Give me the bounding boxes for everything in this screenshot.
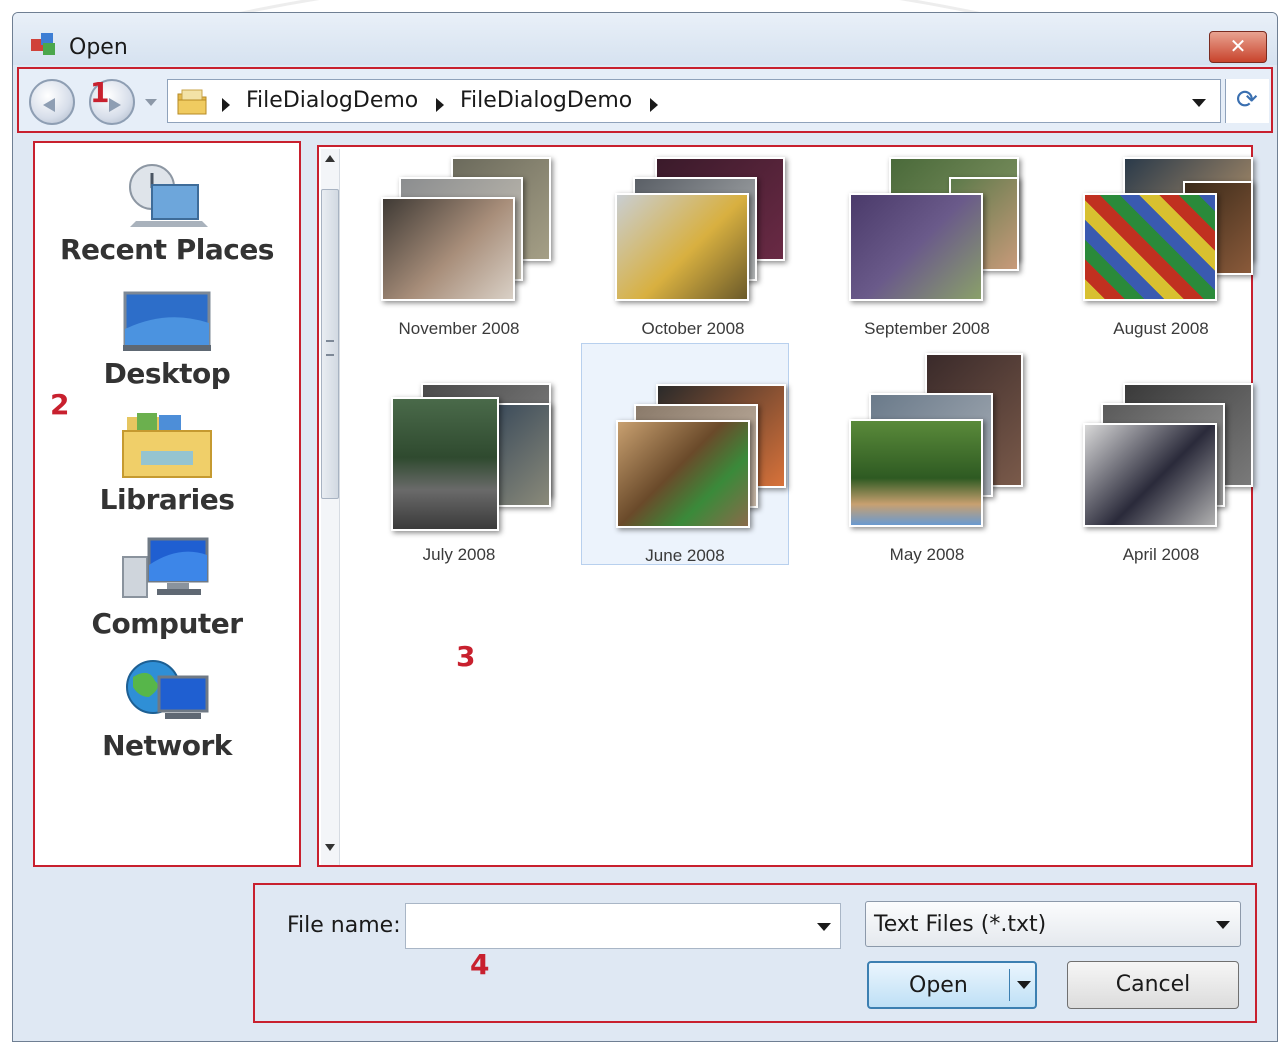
folder-tile-selected[interactable]: June 2008	[581, 343, 789, 565]
folder-name: September 2008	[864, 319, 990, 338]
folder-name: April 2008	[1122, 545, 1200, 564]
file-content-view: November 2008 October 2008 September 200…	[317, 145, 1253, 867]
split-divider	[1009, 969, 1010, 1001]
open-button[interactable]: Open	[867, 961, 1037, 1009]
folder-name: May 2008	[889, 545, 965, 564]
open-file-dialog: Open ✕ FileDialogDemo FileDialogDemo ⟳ R…	[12, 12, 1278, 1042]
refresh-icon: ⟳	[1236, 85, 1258, 115]
address-dropdown-icon[interactable]	[1192, 99, 1206, 107]
scroll-grip-icon	[326, 340, 334, 356]
folder-tile[interactable]: October 2008	[593, 157, 793, 367]
open-options-dropdown-icon[interactable]	[1017, 981, 1031, 989]
breadcrumb-separator-icon[interactable]	[650, 98, 658, 112]
breadcrumb-separator-icon[interactable]	[436, 98, 444, 112]
back-arrow-icon	[43, 98, 55, 112]
scroll-up-icon[interactable]	[325, 155, 335, 162]
folder-thumbnail-stack	[615, 157, 795, 317]
breadcrumb-item[interactable]: FileDialogDemo	[460, 88, 632, 113]
place-label: Recent Places	[60, 233, 274, 266]
folder-thumbnail-stack	[381, 383, 561, 543]
place-label: Libraries	[99, 483, 235, 516]
folder-name: October 2008	[641, 319, 745, 338]
open-button-label: Open	[909, 973, 968, 998]
place-network[interactable]: Network	[35, 657, 299, 762]
title-bar: Open ✕	[13, 13, 1277, 65]
folder-tile[interactable]: April 2008	[1061, 383, 1261, 593]
computer-icon	[122, 537, 209, 598]
callout-number: 4	[470, 948, 490, 981]
folder-thumbnail-stack	[849, 353, 1029, 527]
chevron-down-icon	[1216, 921, 1230, 929]
place-recent-places[interactable]: Recent Places	[35, 161, 299, 266]
callout-number: 2	[50, 388, 70, 421]
address-bar[interactable]: FileDialogDemo FileDialogDemo	[167, 79, 1221, 123]
forward-arrow-icon	[109, 98, 121, 112]
place-label: Network	[102, 729, 232, 762]
folder-tile[interactable]: May 2008	[827, 353, 1027, 593]
app-icon	[31, 33, 55, 55]
breadcrumb-item[interactable]: FileDialogDemo	[246, 88, 418, 113]
folder-thumbnail-stack	[381, 157, 561, 317]
window-title: Open	[69, 35, 128, 60]
folder-name: July 2008	[422, 545, 496, 564]
folder-thumbnail-stack	[616, 384, 796, 544]
folder-tile[interactable]: August 2008	[1061, 157, 1261, 367]
refresh-button[interactable]: ⟳	[1225, 79, 1269, 123]
folder-name: June 2008	[645, 546, 725, 565]
desktop-icon	[123, 291, 211, 351]
file-name-dropdown-icon[interactable]	[817, 923, 831, 931]
recent-places-icon	[129, 164, 208, 227]
close-icon: ✕	[1229, 34, 1247, 58]
place-computer[interactable]: Computer	[35, 535, 299, 640]
cancel-button-label: Cancel	[1115, 972, 1191, 997]
place-label: Computer	[91, 607, 243, 640]
libraries-icon	[122, 413, 212, 478]
folder-thumbnail-stack	[1083, 383, 1263, 543]
vertical-scrollbar[interactable]	[321, 149, 340, 865]
place-label: Desktop	[103, 357, 231, 390]
folder-name: November 2008	[398, 319, 520, 338]
file-action-panel: File name: Text Files (*.txt) Open Cance…	[253, 883, 1257, 1023]
back-button[interactable]	[29, 79, 75, 125]
file-name-input[interactable]	[405, 903, 841, 949]
callout-number: 1	[90, 76, 110, 109]
folder-tile[interactable]: September 2008	[827, 157, 1027, 367]
close-button[interactable]: ✕	[1209, 31, 1267, 63]
places-bar: Recent Places Desktop Libraries Computer…	[33, 141, 301, 867]
cancel-button[interactable]: Cancel	[1067, 961, 1239, 1009]
network-icon	[126, 660, 209, 719]
place-libraries[interactable]: Libraries	[35, 411, 299, 516]
file-type-filter-select[interactable]: Text Files (*.txt)	[865, 901, 1241, 947]
folder-icon	[177, 89, 207, 115]
file-type-filter-value: Text Files (*.txt)	[874, 912, 1047, 937]
file-name-label: File name:	[287, 913, 401, 938]
breadcrumb-separator-icon[interactable]	[222, 98, 230, 112]
folder-tile[interactable]: November 2008	[359, 157, 559, 367]
folder-thumbnail-stack	[849, 157, 1029, 317]
folder-tile[interactable]: July 2008	[359, 383, 559, 593]
recent-pages-dropdown[interactable]	[145, 99, 157, 106]
scroll-thumb[interactable]	[321, 189, 339, 499]
scroll-down-icon[interactable]	[325, 844, 335, 851]
folder-name: August 2008	[1113, 319, 1209, 338]
callout-number: 3	[456, 640, 476, 673]
place-desktop[interactable]: Desktop	[35, 289, 299, 390]
folder-thumbnail-stack	[1083, 157, 1263, 317]
navigation-bar: FileDialogDemo FileDialogDemo ⟳	[17, 67, 1273, 133]
